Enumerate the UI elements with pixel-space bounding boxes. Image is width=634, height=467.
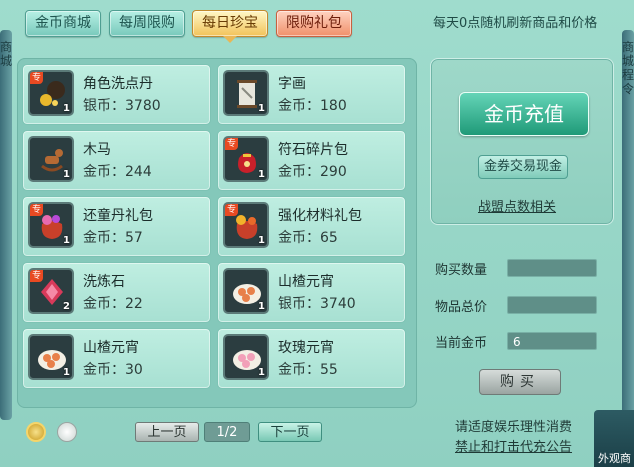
item-qty: 1 xyxy=(63,367,70,378)
product-card[interactable]: 专 1 强化材料礼包 金币：65 xyxy=(217,196,406,257)
item-price: 金币：290 xyxy=(278,164,347,180)
item-qty: 1 xyxy=(63,169,70,180)
magnifier-icon[interactable] xyxy=(26,422,46,442)
tab-daily-treasure[interactable]: 每日珍宝 xyxy=(192,10,268,37)
left-edge-text: 商城 xyxy=(0,40,13,68)
right-edge-strip: 商城 程令 xyxy=(622,30,634,420)
product-card[interactable]: 专 1 符石碎片包 金币：290 xyxy=(217,130,406,191)
item-price: 金币：244 xyxy=(83,164,152,180)
item-name: 山楂元宵 xyxy=(83,340,139,356)
prev-page-button[interactable]: 上一页 xyxy=(135,422,199,442)
item-qty: 2 xyxy=(63,301,70,312)
item-name: 符石碎片包 xyxy=(278,142,348,158)
item-qty: 1 xyxy=(63,235,70,246)
anti-proxy-notice-link[interactable]: 禁止和打击代充公告 xyxy=(455,436,572,455)
item-price: 银币：3740 xyxy=(278,296,356,312)
item-slot[interactable]: 1 xyxy=(223,268,269,314)
product-card[interactable]: 专 1 角色洗点丹 银币：3780 xyxy=(22,64,211,125)
product-card[interactable]: 1 山楂元宵 金币：30 xyxy=(22,328,211,389)
item-slot[interactable]: 专 1 xyxy=(223,136,269,182)
item-name: 角色洗点丹 xyxy=(83,76,153,92)
item-slot[interactable]: 1 xyxy=(223,70,269,116)
item-qty: 1 xyxy=(258,235,265,246)
tab-weekly-limited[interactable]: 每周限购 xyxy=(109,10,185,37)
item-price: 金币：180 xyxy=(278,98,347,114)
item-qty: 1 xyxy=(63,103,70,114)
moderate-consumption-text: 请适度娱乐理性消费 xyxy=(455,420,573,435)
exclusive-tag: 专 xyxy=(30,204,44,216)
alliance-points-link[interactable]: 战盟点数相关 xyxy=(478,196,556,215)
filter-dot-icon[interactable] xyxy=(57,422,77,442)
refresh-notice: 每天0点随机刷新商品和价格 xyxy=(433,16,598,31)
total-price-label: 物品总价 xyxy=(435,300,488,315)
item-qty: 1 xyxy=(258,367,265,378)
current-gold-label: 当前金币 xyxy=(435,336,488,351)
item-name: 字画 xyxy=(278,76,306,92)
item-qty: 1 xyxy=(258,169,265,180)
item-name: 强化材料礼包 xyxy=(278,208,362,224)
active-tab-pointer xyxy=(223,36,237,43)
buy-button[interactable]: 购买 xyxy=(479,369,561,395)
page-indicator: 1/2 xyxy=(204,422,250,442)
item-slot[interactable]: 专 1 xyxy=(28,70,74,116)
item-slot[interactable]: 1 xyxy=(223,334,269,380)
exclusive-tag: 专 xyxy=(30,72,44,84)
item-name: 还童丹礼包 xyxy=(83,208,153,224)
product-card[interactable]: 1 木马 金币：244 xyxy=(22,130,211,191)
item-slot[interactable]: 专 1 xyxy=(223,202,269,248)
product-card[interactable]: 1 字画 金币：180 xyxy=(217,64,406,125)
buy-quantity-label: 购买数量 xyxy=(435,263,488,278)
right-edge-text: 商城 程令 xyxy=(622,40,634,96)
item-slot[interactable]: 1 xyxy=(28,334,74,380)
exclusive-tag: 专 xyxy=(225,138,239,150)
item-price: 金币：65 xyxy=(278,230,338,246)
exclusive-tag: 专 xyxy=(30,270,44,282)
appearance-shop-label: 外观商 xyxy=(598,452,631,465)
total-price-field xyxy=(507,296,597,314)
item-slot[interactable]: 专 2 xyxy=(28,268,74,314)
next-page-button[interactable]: 下一页 xyxy=(258,422,322,442)
item-slot[interactable]: 专 1 xyxy=(28,202,74,248)
item-name: 洗炼石 xyxy=(83,274,125,290)
item-price: 金币：55 xyxy=(278,362,338,378)
item-name: 山楂元宵 xyxy=(278,274,334,290)
exclusive-tag: 专 xyxy=(225,204,239,216)
item-name: 玫瑰元宵 xyxy=(278,340,334,356)
item-qty: 1 xyxy=(258,103,265,114)
product-card[interactable]: 1 山楂元宵 银币：3740 xyxy=(217,262,406,323)
voucher-exchange-button[interactable]: 金券交易现金 xyxy=(478,155,568,179)
item-price: 金币：57 xyxy=(83,230,143,246)
tab-limited-gift[interactable]: 限购礼包 xyxy=(276,10,352,37)
item-qty: 1 xyxy=(258,301,265,312)
product-card[interactable]: 专 2 洗炼石 金币：22 xyxy=(22,262,211,323)
item-price: 金币：30 xyxy=(83,362,143,378)
current-gold-field: 6 xyxy=(507,332,597,350)
gold-recharge-button[interactable]: 金币充值 xyxy=(459,92,589,136)
item-slot[interactable]: 1 xyxy=(28,136,74,182)
left-edge-strip: 商城 xyxy=(0,30,12,420)
product-card[interactable]: 专 1 还童丹礼包 金币：57 xyxy=(22,196,211,257)
tab-gold-mall[interactable]: 金币商城 xyxy=(25,10,101,37)
item-price: 银币：3780 xyxy=(83,98,161,114)
item-name: 木马 xyxy=(83,142,111,158)
item-price: 金币：22 xyxy=(83,296,143,312)
product-card[interactable]: 1 玫瑰元宵 金币：55 xyxy=(217,328,406,389)
buy-quantity-field[interactable] xyxy=(507,259,597,277)
